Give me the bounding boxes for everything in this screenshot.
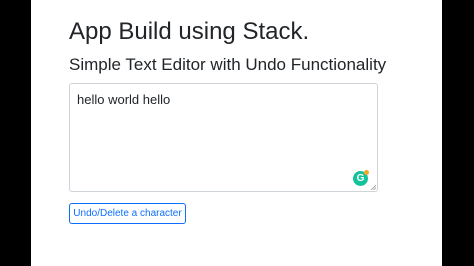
undo-button[interactable]: Undo/Delete a character: [69, 203, 186, 224]
grammarly-letter: G: [356, 173, 365, 184]
grammarly-badge-dot: [364, 170, 369, 175]
page-title: App Build using Stack.: [69, 18, 310, 45]
editor-content: hello world hello: [77, 92, 171, 107]
resize-handle-icon[interactable]: [370, 184, 376, 190]
app-page: App Build using Stack. Simple Text Edito…: [31, 0, 442, 266]
page-subtitle: Simple Text Editor with Undo Functionali…: [69, 55, 387, 74]
text-editor-textarea[interactable]: hello world hello G: [69, 83, 378, 192]
